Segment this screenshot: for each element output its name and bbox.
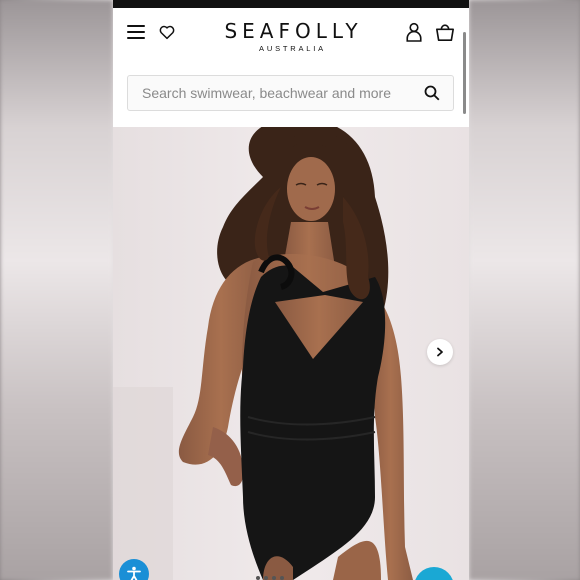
chevron-right-icon [437, 347, 443, 357]
search-bar [127, 75, 454, 111]
brand-subtitle: AUSTRALIA [259, 44, 326, 53]
blurred-background-left [0, 0, 113, 580]
scrollbar-thumb[interactable] [463, 32, 466, 114]
product-hero-image[interactable] [113, 127, 469, 580]
carousel-next-button[interactable] [427, 339, 453, 365]
pagination-dot[interactable] [280, 576, 284, 580]
pagination-dot[interactable] [264, 576, 268, 580]
status-bar [113, 0, 469, 8]
pagination-dot[interactable] [256, 576, 260, 580]
site-header: SEAFOLLY AUSTRALIA [113, 8, 469, 114]
pagination-dot[interactable] [272, 576, 276, 580]
model-photo [113, 127, 469, 580]
search-input[interactable] [142, 76, 412, 110]
carousel-pagination [256, 576, 284, 580]
blurred-background-right [469, 0, 580, 580]
search-icon[interactable] [424, 85, 440, 101]
accessibility-icon [127, 566, 141, 580]
mobile-screen: SEAFOLLY AUSTRALIA [113, 0, 469, 580]
shopping-bag-icon[interactable] [435, 22, 455, 42]
user-icon[interactable] [405, 22, 423, 42]
